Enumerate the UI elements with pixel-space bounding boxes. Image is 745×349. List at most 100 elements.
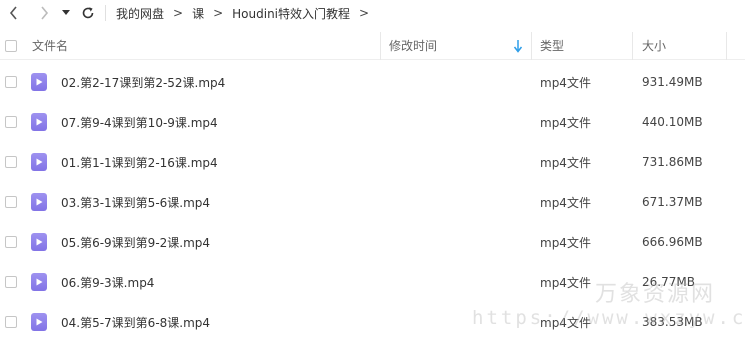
watermark-url: https://www.wxzyw.cn <box>472 307 745 329</box>
file-mtime-cell <box>381 222 531 262</box>
file-name[interactable]: 06.第9-3课.mp4 <box>61 274 154 291</box>
nav-divider <box>105 5 106 21</box>
video-file-icon <box>31 313 47 331</box>
file-type-cell: mp4文件 <box>532 222 632 262</box>
file-row[interactable]: 01.第1-1课到第2-16课.mp4 mp4文件 731.86MB <box>0 142 745 182</box>
history-dropdown-button[interactable] <box>59 2 73 24</box>
row-checkbox[interactable] <box>5 116 17 128</box>
file-type: mp4文件 <box>540 155 591 170</box>
row-checkbox[interactable] <box>5 276 17 288</box>
watermark-text: 万象资源网 <box>594 282 715 307</box>
select-all-checkbox[interactable] <box>5 39 17 52</box>
chevron-left-icon <box>9 6 17 20</box>
breadcrumb-item-current[interactable]: Houdini特效入门教程 <box>230 5 352 22</box>
file-mtime-cell <box>381 142 531 182</box>
file-type: mp4文件 <box>540 115 591 130</box>
file-name-cell[interactable]: 05.第6-9课到第9-2课.mp4 <box>20 222 380 262</box>
file-name[interactable]: 01.第1-1课到第2-16课.mp4 <box>61 154 218 171</box>
column-header-type-label: 类型 <box>540 39 565 53</box>
file-size: 731.86MB <box>642 155 703 169</box>
file-size-cell: 666.96MB <box>633 222 726 262</box>
row-checkbox[interactable] <box>5 236 17 248</box>
video-file-icon <box>31 193 47 211</box>
row-checkbox[interactable] <box>5 196 17 208</box>
column-header-size[interactable]: 大小 <box>633 32 726 60</box>
breadcrumb-expand-icon[interactable]: > <box>352 6 376 20</box>
file-type-cell: mp4文件 <box>532 182 632 222</box>
file-manager-window: 我的网盘 > 课 > Houdini特效入门教程 > 文件名 修改时间 类型 大… <box>0 0 745 349</box>
video-file-icon <box>31 273 47 291</box>
file-mtime-cell <box>381 62 531 102</box>
file-name-cell[interactable]: 06.第9-3课.mp4 <box>20 262 380 302</box>
file-name[interactable]: 05.第6-9课到第9-2课.mp4 <box>61 234 210 251</box>
row-select-cell <box>0 222 20 262</box>
row-checkbox[interactable] <box>5 156 17 168</box>
file-type: mp4文件 <box>540 275 591 290</box>
row-checkbox[interactable] <box>5 316 17 328</box>
column-header-type[interactable]: 类型 <box>532 32 632 60</box>
row-select-cell <box>0 142 20 182</box>
chevron-right-icon <box>41 6 49 20</box>
back-button[interactable] <box>3 2 25 24</box>
file-name-cell[interactable]: 04.第5-7课到第6-8课.mp4 <box>20 302 380 342</box>
file-size: 666.96MB <box>642 235 703 249</box>
column-header-mtime[interactable]: 修改时间 <box>381 32 531 60</box>
file-list-header: 文件名 修改时间 类型 大小 <box>0 31 745 60</box>
file-name-cell[interactable]: 01.第1-1课到第2-16课.mp4 <box>20 142 380 182</box>
file-name[interactable]: 07.第9-4课到第10-9课.mp4 <box>61 114 218 131</box>
file-row[interactable]: 03.第3-1课到第5-6课.mp4 mp4文件 671.37MB <box>0 182 745 222</box>
file-mtime-cell <box>381 262 531 302</box>
file-size-cell: 671.37MB <box>633 182 726 222</box>
file-size-cell: 931.49MB <box>633 62 726 102</box>
video-file-icon <box>31 73 47 91</box>
file-row[interactable]: 05.第6-9课到第9-2课.mp4 mp4文件 666.96MB <box>0 222 745 262</box>
caret-down-icon <box>62 10 70 15</box>
column-header-size-label: 大小 <box>642 39 667 53</box>
row-select-cell <box>0 62 20 102</box>
breadcrumb-separator-icon: > <box>173 6 184 20</box>
file-name-cell[interactable]: 03.第3-1课到第5-6课.mp4 <box>20 182 380 222</box>
file-size: 931.49MB <box>642 75 703 89</box>
column-header-name-label: 文件名 <box>32 39 69 53</box>
file-size-cell: 440.10MB <box>633 102 726 142</box>
breadcrumb-item-folder[interactable]: 课 <box>190 5 206 22</box>
file-row[interactable]: 07.第9-4课到第10-9课.mp4 mp4文件 440.10MB <box>0 102 745 142</box>
breadcrumb-separator-icon: > <box>213 6 224 20</box>
refresh-button[interactable] <box>77 2 99 24</box>
file-type-cell: mp4文件 <box>532 142 632 182</box>
refresh-icon <box>82 7 94 19</box>
file-size: 671.37MB <box>642 195 703 209</box>
file-mtime-cell <box>381 102 531 142</box>
row-select-cell <box>0 182 20 222</box>
file-type: mp4文件 <box>540 75 591 90</box>
file-type: mp4文件 <box>540 235 591 250</box>
file-mtime-cell <box>381 182 531 222</box>
sort-down-arrow-icon <box>513 39 523 53</box>
row-select-cell <box>0 302 20 342</box>
file-row[interactable]: 02.第2-17课到第2-52课.mp4 mp4文件 931.49MB <box>0 62 745 102</box>
column-divider[interactable] <box>726 31 727 60</box>
file-type-cell: mp4文件 <box>532 102 632 142</box>
file-name[interactable]: 04.第5-7课到第6-8课.mp4 <box>61 314 210 331</box>
row-checkbox[interactable] <box>5 76 17 88</box>
navigation-bar: 我的网盘 > 课 > Houdini特效入门教程 > <box>0 0 745 26</box>
row-select-cell <box>0 262 20 302</box>
file-type-cell: mp4文件 <box>532 62 632 102</box>
file-name-cell[interactable]: 07.第9-4课到第10-9课.mp4 <box>20 102 380 142</box>
file-type: mp4文件 <box>540 195 591 210</box>
forward-button[interactable] <box>33 2 55 24</box>
file-name[interactable]: 03.第3-1课到第5-6课.mp4 <box>61 194 210 211</box>
breadcrumb-item-root[interactable]: 我的网盘 <box>114 5 166 22</box>
breadcrumb: 我的网盘 > 课 > Houdini特效入门教程 > <box>114 5 376 22</box>
select-all-cell <box>0 32 20 60</box>
video-file-icon <box>31 113 47 131</box>
file-name-cell[interactable]: 02.第2-17课到第2-52课.mp4 <box>20 62 380 102</box>
column-header-name[interactable]: 文件名 <box>20 32 380 60</box>
file-size-cell: 731.86MB <box>633 142 726 182</box>
file-name[interactable]: 02.第2-17课到第2-52课.mp4 <box>61 74 225 91</box>
video-file-icon <box>31 153 47 171</box>
video-file-icon <box>31 233 47 251</box>
file-size: 440.10MB <box>642 115 703 129</box>
column-header-mtime-label: 修改时间 <box>389 39 438 53</box>
row-select-cell <box>0 102 20 142</box>
